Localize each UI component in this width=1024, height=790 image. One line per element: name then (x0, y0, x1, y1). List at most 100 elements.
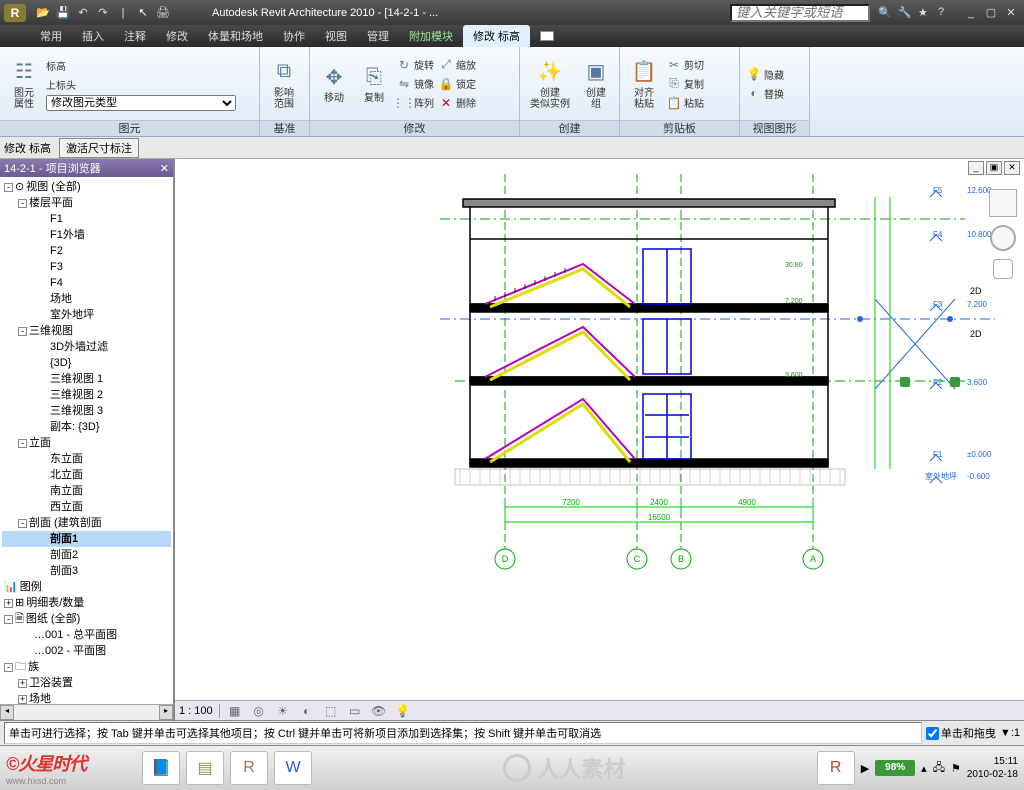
node-sheets[interactable]: -🗎图纸 (全部) (2, 611, 171, 627)
node-3d2[interactable]: 三维视图 2 (2, 387, 171, 403)
mdi-min-icon[interactable]: _ (968, 161, 984, 175)
filter-icon[interactable]: ▼:1 (1000, 727, 1020, 739)
tab-massing[interactable]: 体量和场地 (198, 25, 273, 47)
cursor-icon[interactable]: ↖ (134, 4, 152, 22)
tab-mail[interactable] (530, 28, 564, 47)
tray-net-icon[interactable]: 🖧 (933, 759, 945, 778)
tray-flag-icon[interactable]: ⚑ (951, 762, 961, 775)
node-3dext[interactable]: 3D外墙过滤 (2, 339, 171, 355)
impact-scope-button[interactable]: ⧉ 影响 范围 (266, 56, 302, 112)
node-fam2[interactable]: +场地 (2, 691, 171, 704)
hide-icon[interactable]: 👁 (370, 703, 388, 719)
maximize-icon[interactable]: ▢ (982, 5, 1000, 21)
node-3d3[interactable]: 三维视图 3 (2, 403, 171, 419)
create-similar-button[interactable]: ✨创建 类似实例 (526, 56, 574, 112)
node-3dcopy[interactable]: 副本: {3D} (2, 419, 171, 435)
zoom-tool[interactable] (993, 259, 1013, 279)
search-input[interactable] (730, 4, 870, 22)
steering-wheel[interactable] (990, 225, 1016, 251)
help-icon[interactable]: ? (938, 6, 954, 19)
clock[interactable]: 15:112010-02-18 (967, 755, 1018, 781)
browser-close-icon[interactable]: ✕ (160, 162, 169, 175)
node-3d[interactable]: -三维视图 (2, 323, 171, 339)
tab-annotate[interactable]: 注释 (114, 25, 156, 47)
print-icon[interactable]: 🖨 (154, 4, 172, 22)
shadow-icon[interactable]: ◐ (298, 703, 316, 719)
task-app1[interactable]: 📘 (142, 751, 180, 785)
task-word[interactable]: W (274, 751, 312, 785)
star-icon[interactable]: ★ (918, 6, 934, 19)
press-drag-checkbox[interactable]: 单击和拖曳 (926, 725, 996, 741)
node-s3[interactable]: 剖面3 (2, 563, 171, 579)
mirror-button[interactable]: ⇋镜像 (396, 75, 434, 93)
node-f1[interactable]: F1 (2, 211, 171, 227)
node-s2[interactable]: 剖面2 (2, 547, 171, 563)
open-icon[interactable]: 📂 (34, 4, 52, 22)
key-icon[interactable]: 🔧 (898, 6, 914, 19)
node-floor[interactable]: -楼层平面 (2, 195, 171, 211)
rotate-button[interactable]: ↻旋转 (396, 56, 434, 74)
node-legend[interactable]: 📊图例 (2, 579, 171, 595)
node-section[interactable]: -剖面 (建筑剖面 (2, 515, 171, 531)
lock-button[interactable]: 🔒锁定 (438, 75, 476, 93)
tab-insert[interactable]: 插入 (72, 25, 114, 47)
crop-show-icon[interactable]: ▭ (346, 703, 364, 719)
node-f3[interactable]: F3 (2, 259, 171, 275)
minimize-icon[interactable]: _ (962, 5, 980, 21)
tray-media-icon[interactable]: ▶ (861, 762, 869, 775)
node-fam1[interactable]: +卫浴装置 (2, 675, 171, 691)
node-east[interactable]: 东立面 (2, 451, 171, 467)
cut-button[interactable]: ✂剪切 (666, 56, 704, 74)
node-f1w[interactable]: F1外墙 (2, 227, 171, 243)
copy-button[interactable]: ⎘复制 (356, 61, 392, 106)
tab-view[interactable]: 视图 (315, 25, 357, 47)
crop-icon[interactable]: ⬚ (322, 703, 340, 719)
save-icon[interactable]: 💾 (54, 4, 72, 22)
mdi-restore-icon[interactable]: ▣ (986, 161, 1002, 175)
node-west[interactable]: 西立面 (2, 499, 171, 515)
task-revit[interactable]: R (230, 751, 268, 785)
delete-button[interactable]: ✕删除 (438, 94, 476, 112)
type-selector[interactable]: 修改图元类型 (46, 95, 236, 111)
canvas[interactable]: _ ▣ ✕ (175, 159, 1024, 720)
override-button[interactable]: ◐替换 (746, 84, 784, 102)
node-views[interactable]: -⊙视图 (全部) (2, 179, 171, 195)
node-f2[interactable]: F2 (2, 243, 171, 259)
browser-h-scroll[interactable]: ◂▸ (0, 704, 173, 720)
tab-modify-level[interactable]: 修改 标高 (463, 25, 530, 47)
activate-dimensions-button[interactable]: 激活尺寸标注 (59, 138, 139, 158)
close-icon[interactable]: ✕ (1002, 5, 1020, 21)
array-button[interactable]: ⋮⋮阵列 (396, 94, 434, 112)
node-elev[interactable]: -立面 (2, 435, 171, 451)
tab-modify[interactable]: 修改 (156, 25, 198, 47)
browser-tree[interactable]: -⊙视图 (全部) -楼层平面 F1 F1外墙 F2 F3 F4 场地 室外地坪… (0, 177, 173, 704)
node-s1[interactable]: 剖面1 (2, 531, 171, 547)
detail-level-icon[interactable]: ▦ (226, 703, 244, 719)
scale-button[interactable]: ⤢缩放 (438, 56, 476, 74)
node-fam[interactable]: -🗀族 (2, 659, 171, 675)
tray-expand-icon[interactable]: ▴ (921, 762, 927, 775)
node-3db[interactable]: {3D} (2, 355, 171, 371)
tab-collab[interactable]: 协作 (273, 25, 315, 47)
node-north[interactable]: 北立面 (2, 467, 171, 483)
scale-selector[interactable]: 1 : 100 (179, 705, 213, 717)
node-south[interactable]: 南立面 (2, 483, 171, 499)
tab-manage[interactable]: 管理 (357, 25, 399, 47)
reveal-icon[interactable]: 💡 (394, 703, 412, 719)
hide-button[interactable]: 💡隐藏 (746, 65, 784, 83)
undo-icon[interactable]: ↶ (74, 4, 92, 22)
task-revit2[interactable]: R (817, 751, 855, 785)
paste-button[interactable]: 📋粘贴 (666, 94, 704, 112)
viewcube[interactable] (989, 189, 1017, 217)
create-group-button[interactable]: ▣创建 组 (578, 56, 614, 112)
drawing-view[interactable]: DC BA 72002400 490016500 F512.600 F410.8… (175, 159, 1024, 700)
mdi-close-icon[interactable]: ✕ (1004, 161, 1020, 175)
node-sh1[interactable]: …001 - 总平面图 (2, 627, 171, 643)
element-props-button[interactable]: ☷ 图元 属性 (6, 56, 42, 112)
node-ground[interactable]: 室外地坪 (2, 307, 171, 323)
copy-clip-button[interactable]: ⎘复制 (666, 75, 704, 93)
sun-icon[interactable]: ☀ (274, 703, 292, 719)
node-f4[interactable]: F4 (2, 275, 171, 291)
visual-style-icon[interactable]: ◎ (250, 703, 268, 719)
node-sh2[interactable]: …002 - 平面图 (2, 643, 171, 659)
